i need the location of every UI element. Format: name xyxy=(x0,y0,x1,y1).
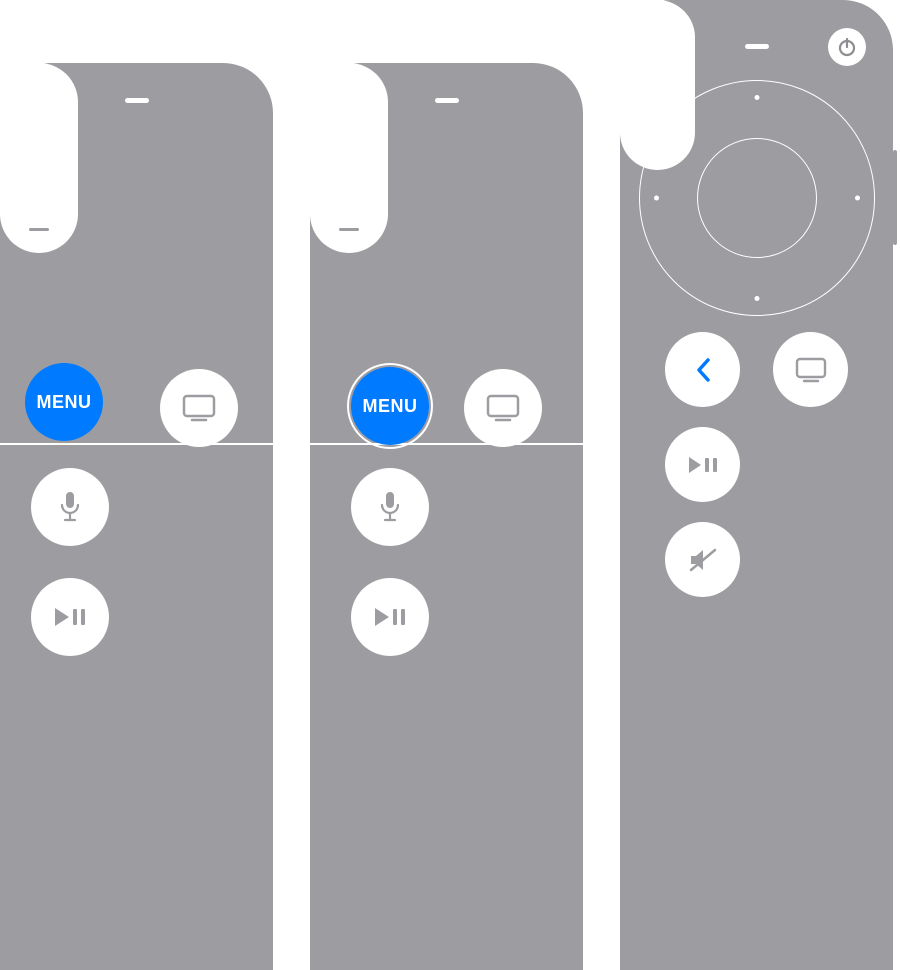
ir-window xyxy=(745,44,769,49)
volume-rocker[interactable] xyxy=(310,63,388,253)
power-button[interactable] xyxy=(828,28,866,66)
clickpad-dot-up xyxy=(754,95,759,100)
play-pause-button[interactable] xyxy=(351,578,429,656)
tv-home-button[interactable] xyxy=(773,332,848,407)
play-pause-icon xyxy=(687,455,719,475)
back-button[interactable] xyxy=(665,332,740,407)
volume-down-icon xyxy=(339,228,359,231)
ir-window xyxy=(125,98,149,103)
play-pause-icon xyxy=(53,606,87,628)
clickpad-dot-right xyxy=(855,196,860,201)
chevron-left-icon xyxy=(695,357,711,383)
play-pause-button[interactable] xyxy=(31,578,109,656)
tv-icon xyxy=(486,394,520,422)
siri-remote-gen1-a: MENU xyxy=(0,63,273,970)
clickpad-center[interactable] xyxy=(697,138,817,258)
mic-icon xyxy=(59,491,81,523)
power-icon xyxy=(837,37,857,57)
volume-rocker[interactable] xyxy=(0,63,78,253)
clickpad-dot-left xyxy=(654,196,659,201)
tv-icon xyxy=(795,357,827,383)
siri-remote-gen2 xyxy=(620,0,893,970)
tv-icon xyxy=(182,394,216,422)
siri-mic-button[interactable] xyxy=(351,468,429,546)
touch-surface-divider xyxy=(0,443,273,445)
siri-side-button[interactable] xyxy=(893,150,897,245)
volume-down-icon xyxy=(29,228,49,231)
touch-surface-divider xyxy=(310,443,583,445)
menu-button-label: MENU xyxy=(37,392,92,413)
play-pause-icon xyxy=(373,606,407,628)
siri-mic-button[interactable] xyxy=(31,468,109,546)
menu-button[interactable]: MENU xyxy=(25,363,103,441)
clickpad-dot-down xyxy=(754,296,759,301)
mute-icon xyxy=(688,547,718,573)
menu-button-label: MENU xyxy=(363,396,418,417)
mic-icon xyxy=(379,491,401,523)
mute-button[interactable] xyxy=(665,522,740,597)
ir-window xyxy=(435,98,459,103)
tv-home-button[interactable] xyxy=(160,369,238,447)
menu-button[interactable]: MENU xyxy=(351,367,429,445)
clickpad-ring[interactable] xyxy=(639,80,875,316)
play-pause-button[interactable] xyxy=(665,427,740,502)
tv-home-button[interactable] xyxy=(464,369,542,447)
siri-remote-gen1-b: MENU xyxy=(310,63,583,970)
